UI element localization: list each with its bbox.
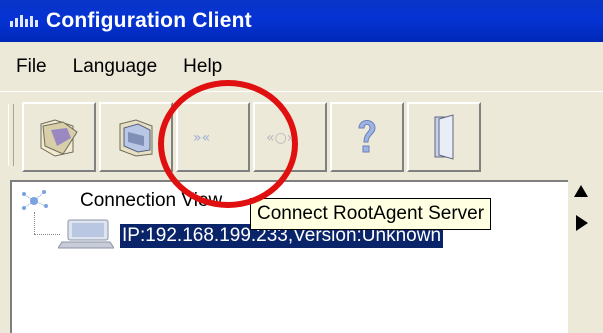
connect-button[interactable]: »« (176, 102, 250, 172)
disconnect-arrows-icon: «○» (266, 130, 295, 146)
menu-language[interactable]: Language (73, 56, 158, 78)
scroll-arrows[interactable] (570, 185, 590, 245)
disconnect-button[interactable]: «○» (253, 102, 327, 172)
tree-connector (34, 234, 60, 235)
menu-separator (0, 91, 603, 92)
open-button[interactable] (22, 102, 96, 172)
toolbar-grip[interactable] (8, 104, 14, 166)
save-button[interactable] (99, 102, 173, 172)
exit-button[interactable] (407, 102, 481, 172)
connect-arrows-icon: »« (193, 130, 210, 146)
menu-file[interactable]: File (16, 56, 47, 78)
scroll-right-arrow-icon[interactable] (576, 215, 588, 231)
window-title: Configuration Client (46, 9, 252, 32)
svg-text:»«: »« (193, 130, 210, 146)
scroll-up-arrow-icon[interactable] (574, 185, 588, 197)
app-icon (10, 15, 40, 27)
tooltip: Connect RootAgent Server (250, 198, 492, 230)
computer-icon (58, 219, 114, 249)
open-folder-icon (40, 119, 78, 157)
tree-root-label[interactable]: Connection View (80, 190, 222, 212)
menu-help[interactable]: Help (183, 56, 222, 78)
menu-bar: File Language Help (0, 42, 603, 92)
tooltip-text: Connect RootAgent Server (257, 203, 485, 224)
tree-connector (34, 212, 35, 234)
svg-text:«○»: «○» (266, 130, 295, 146)
network-icon (22, 190, 48, 210)
title-bar: Configuration Client (0, 0, 603, 42)
help-button[interactable] (330, 102, 404, 172)
toolbar: »« «○» (0, 94, 603, 178)
help-icon (358, 120, 376, 153)
exit-door-icon (434, 114, 454, 160)
save-folder-icon (119, 119, 153, 157)
